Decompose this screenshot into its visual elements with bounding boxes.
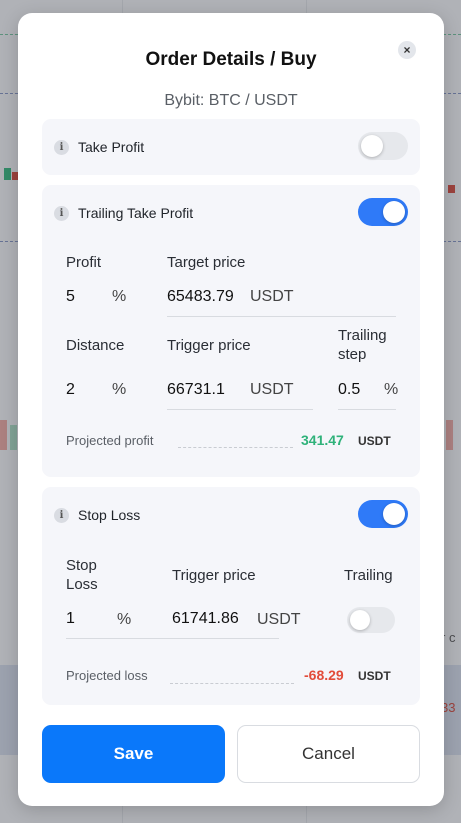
trailing-toggle[interactable] <box>347 607 395 633</box>
trigger-price-unit: USDT <box>250 381 294 398</box>
projected-profit-value: 341.47 <box>301 432 344 448</box>
trailing-step-label: Trailing step <box>338 327 387 363</box>
modal-title: Order Details / Buy <box>145 49 317 70</box>
toggle-knob <box>383 503 405 525</box>
close-icon[interactable]: × <box>398 41 416 59</box>
take-profit-header: i Take Profit <box>54 119 144 175</box>
sl-trigger-price-input[interactable]: 61741.86 <box>172 610 239 628</box>
stop-loss-toggle[interactable] <box>358 500 408 528</box>
order-details-modal: Order Details / Buy × Bybit: BTC / USDT … <box>18 13 444 806</box>
trailing-take-profit-toggle[interactable] <box>358 198 408 226</box>
projected-profit-leader <box>178 447 293 448</box>
target-price-unit: USDT <box>250 288 294 305</box>
trigger-price-label: Trigger price <box>172 567 256 584</box>
trigger-price-underline <box>167 409 313 410</box>
target-price-underline <box>167 316 396 317</box>
distance-input[interactable]: 2 <box>66 381 75 399</box>
target-price-value: 65483.79 <box>167 288 234 305</box>
projected-loss-leader <box>170 683 294 684</box>
stop-loss-card: i Stop Loss Stop Loss Trigger price Trai… <box>42 487 420 705</box>
profit-label: Profit <box>66 254 102 271</box>
trailing-take-profit-card: i Trailing Take Profit Profit Target pri… <box>42 185 420 477</box>
trailing-take-profit-label: Trailing Take Profit <box>78 205 194 221</box>
cancel-button[interactable]: Cancel <box>237 725 420 783</box>
stop-loss-underline <box>66 638 279 639</box>
take-profit-card: i Take Profit <box>42 119 420 175</box>
sl-trigger-price-unit: USDT <box>257 611 301 628</box>
projected-profit-unit: USDT <box>358 434 391 448</box>
trailing-step-underline <box>338 409 396 410</box>
save-button[interactable]: Save <box>42 725 225 783</box>
profit-input[interactable]: 5 <box>66 288 75 306</box>
profit-unit: % <box>112 288 127 305</box>
stop-loss-input[interactable]: 1 <box>66 610 75 628</box>
stop-loss-header: i Stop Loss <box>54 487 140 543</box>
projected-loss-unit: USDT <box>358 669 391 683</box>
stop-loss-field-label: Stop Loss <box>66 557 98 593</box>
trigger-price-input[interactable]: 66731.1 <box>167 381 225 399</box>
projected-profit-label: Projected profit <box>66 433 154 448</box>
distance-label: Distance <box>66 337 125 354</box>
projected-loss-value: -68.29 <box>304 667 344 683</box>
target-price-label: Target price <box>167 254 246 271</box>
trailing-label: Trailing <box>344 567 393 584</box>
take-profit-label: Take Profit <box>78 139 145 155</box>
stop-loss-label: Stop Loss <box>78 507 141 523</box>
trailing-step-unit: % <box>384 381 399 398</box>
stop-loss-unit: % <box>117 611 132 628</box>
exchange-pair: Bybit: BTC / USDT <box>164 92 298 109</box>
toggle-knob <box>350 610 370 630</box>
toggle-knob <box>383 201 405 223</box>
trailing-take-profit-header: i Trailing Take Profit <box>54 185 193 241</box>
projected-loss-label: Projected loss <box>66 668 148 683</box>
take-profit-toggle[interactable] <box>358 132 408 160</box>
trailing-step-input[interactable]: 0.5 <box>338 381 360 399</box>
info-icon[interactable]: i <box>54 205 69 221</box>
trigger-price-label: Trigger price <box>167 337 251 354</box>
distance-unit: % <box>112 381 127 398</box>
info-icon[interactable]: i <box>54 139 69 155</box>
toggle-knob <box>361 135 383 157</box>
info-icon[interactable]: i <box>54 507 69 523</box>
